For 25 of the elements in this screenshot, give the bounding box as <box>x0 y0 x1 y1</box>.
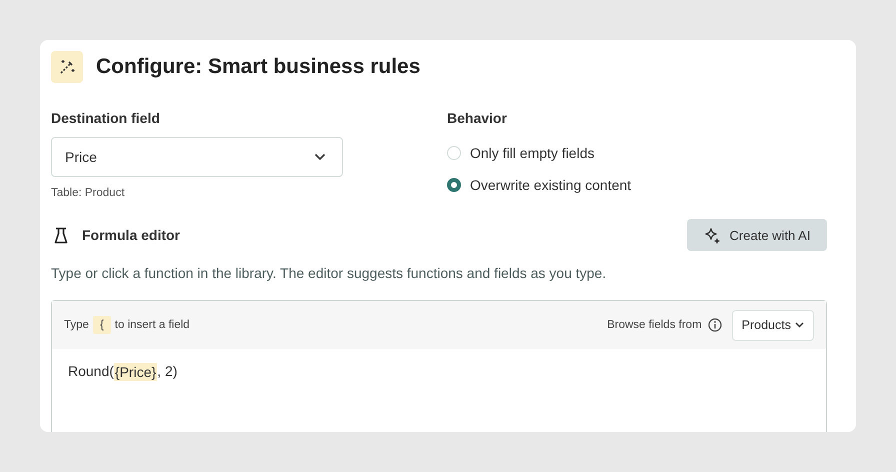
create-with-ai-button[interactable]: Create with AI <box>687 219 827 251</box>
description-text: Type or click a function in the library. The editor suggests functions and fields as you type. <box>51 265 608 281</box>
sparkle-icon <box>704 226 721 244</box>
field-token: {Price} <box>114 363 158 381</box>
page-title: Configure: Smart business rules <box>96 55 420 79</box>
info-icon <box>708 318 722 332</box>
chevron-down-icon <box>314 153 326 161</box>
radio-label: Overwrite existing content <box>470 177 632 193</box>
formula-text: Round( <box>68 363 114 381</box>
hint-text: Type <box>64 319 89 331</box>
flask-icon <box>54 226 68 244</box>
formula-text: , 2) <box>157 363 178 381</box>
field-label: Destination field <box>51 110 161 126</box>
key-chip: { <box>92 316 111 334</box>
table-note: Table: Product <box>51 187 126 199</box>
destination-select[interactable]: Price <box>51 137 343 177</box>
chevron-down-icon <box>795 322 804 328</box>
behavior-label: Behavior <box>447 110 508 126</box>
magic-wand-icon <box>51 51 83 83</box>
hint-text: to insert a field <box>114 319 190 331</box>
browse-label: Browse fields from <box>607 319 702 331</box>
radio-label: Only fill empty fields <box>470 145 594 161</box>
section-heading: Formula editor <box>82 227 180 243</box>
source-dropdown[interactable]: Products <box>732 310 814 340</box>
radio-button[interactable] <box>447 178 461 192</box>
